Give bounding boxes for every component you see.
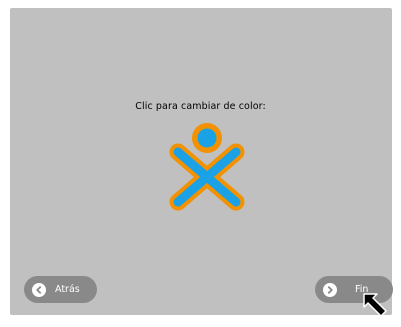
color-prompt: Clic para cambiar de color: — [135, 101, 266, 112]
xo-head[interactable] — [192, 123, 222, 153]
finish-button[interactable]: Fin — [315, 276, 393, 303]
chevron-left-icon — [32, 282, 46, 297]
xo-body[interactable] — [169, 143, 245, 211]
finish-label: Fin — [355, 284, 369, 295]
back-button[interactable]: Atrás — [24, 276, 97, 303]
xo-icon[interactable] — [168, 122, 246, 214]
back-label: Atrás — [55, 284, 80, 295]
screen: Clic para cambiar de color: Atrás Fin — [0, 0, 401, 327]
chevron-right-icon — [323, 282, 337, 297]
